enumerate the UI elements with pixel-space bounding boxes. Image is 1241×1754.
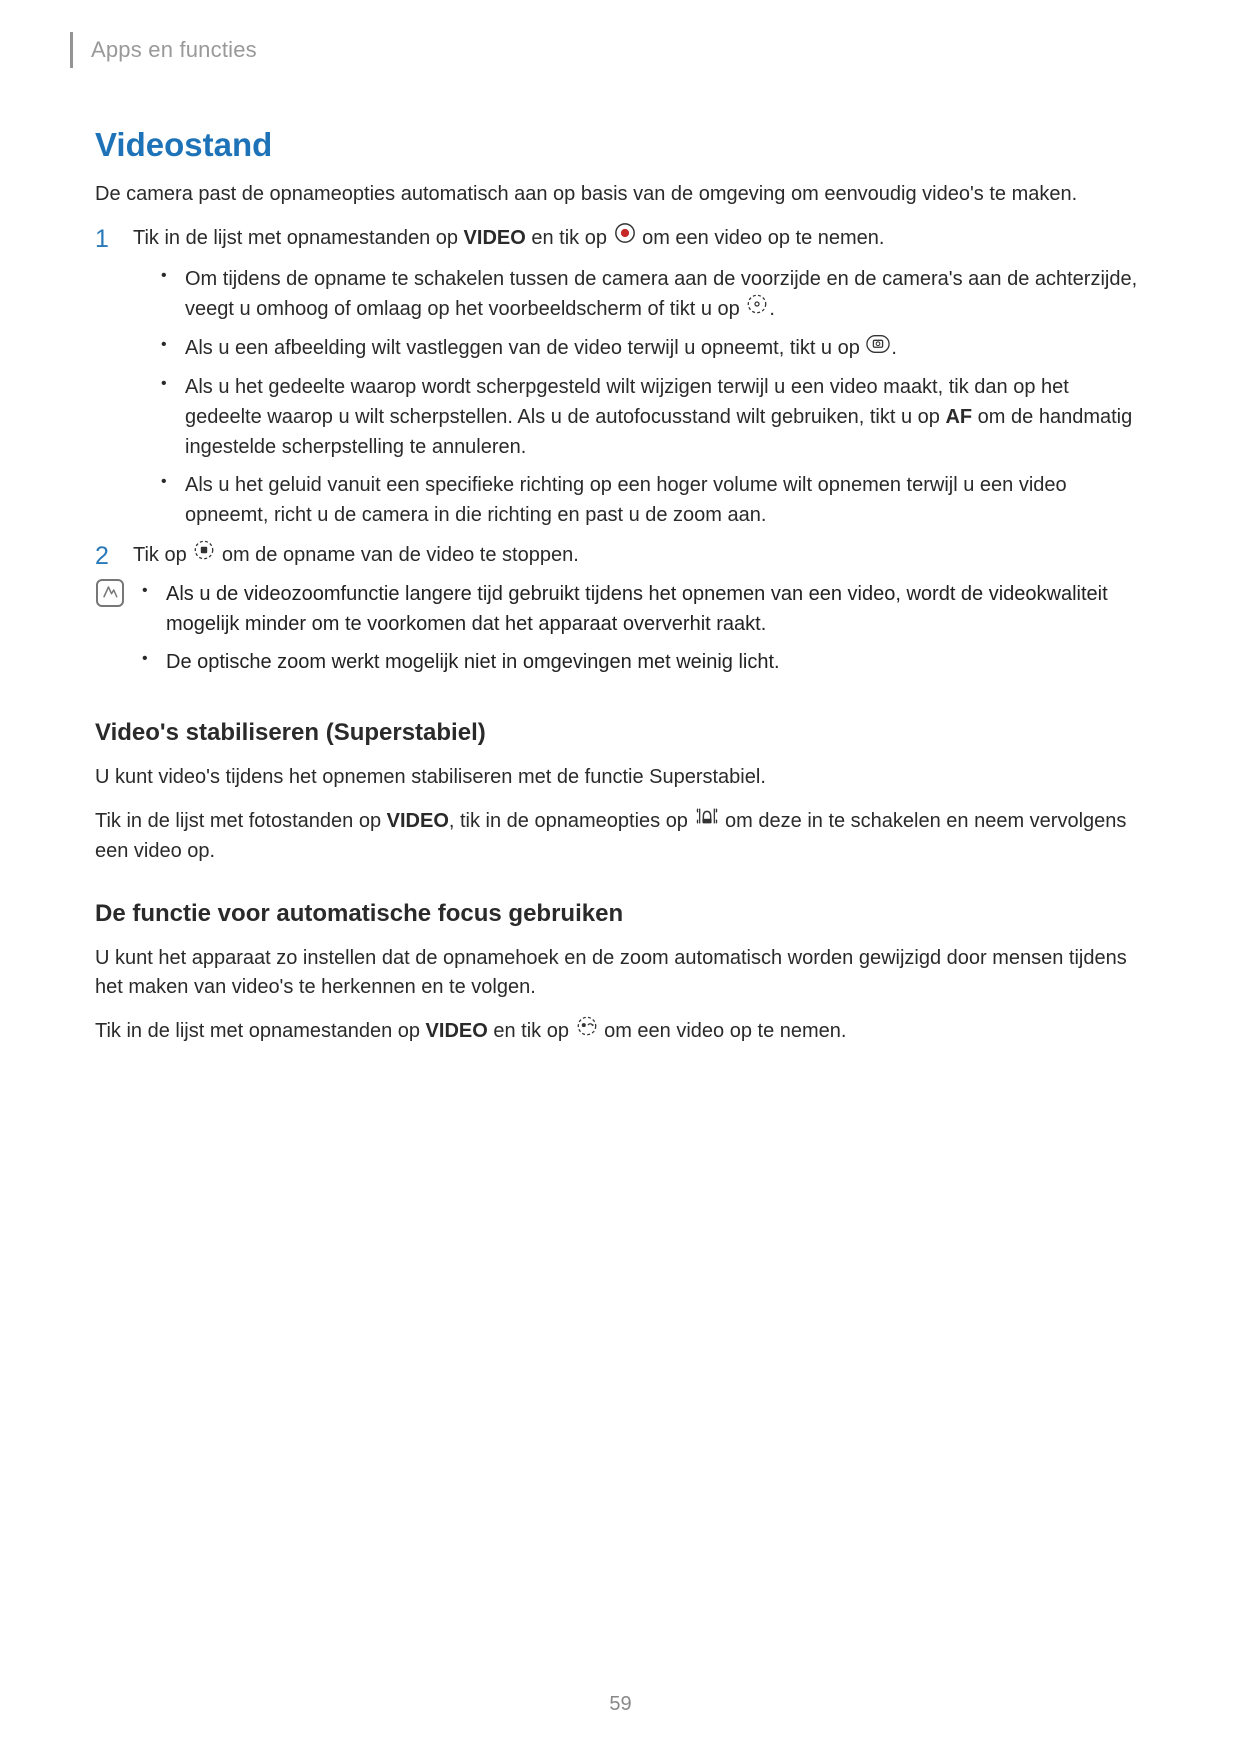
subheading-stabilize: Video's stabiliseren (Superstabiel) — [95, 719, 1146, 747]
switch-camera-icon — [746, 293, 768, 324]
step1-sub3-bold: AF — [945, 406, 972, 428]
page-number: 59 — [0, 1693, 1241, 1716]
step-1-sub-1: Om tijdens de opname te schakelen tussen… — [161, 264, 1146, 325]
note-item-2: De optische zoom werkt mogelijk niet in … — [142, 647, 1146, 677]
step-1-text-post: om een video op te nemen. — [637, 227, 885, 249]
sub1-p2: Tik in de lijst met fotostanden op VIDEO… — [95, 806, 1146, 866]
step-1-number: 1 — [95, 221, 109, 259]
note-block: Als u de videozoomfunctie langere tijd g… — [96, 579, 1146, 685]
sub2-p2-bold: VIDEO — [426, 1020, 488, 1042]
autofocus-record-icon — [576, 1015, 598, 1046]
sub1-p2-a: Tik in de lijst met fotostanden op — [95, 810, 387, 832]
sub1-p2-bold: VIDEO — [387, 810, 449, 832]
sub1-p1: U kunt video's tijdens het opnemen stabi… — [95, 763, 1146, 792]
note-item-1: Als u de videozoomfunctie langere tijd g… — [142, 579, 1146, 639]
sub2-p1: U kunt het apparaat zo instellen dat de … — [95, 944, 1146, 1002]
step-1-sub-4: Als u het geluid vanuit een specifieke r… — [161, 470, 1146, 530]
step1-sub2-text-b: . — [891, 337, 897, 359]
step-1-bold: VIDEO — [464, 227, 526, 249]
step-1-sub-3: Als u het gedeelte waarop wordt scherpge… — [161, 372, 1146, 462]
step-1: 1 Tik in de lijst met opnamestanden op V… — [95, 223, 1146, 530]
record-icon — [614, 222, 636, 253]
superstable-icon — [695, 805, 719, 836]
step-1-sub-2: Als u een afbeelding wilt vastleggen van… — [161, 333, 1146, 364]
sub2-p2-b: en tik op — [488, 1020, 575, 1042]
breadcrumb-bar-icon — [70, 32, 73, 68]
intro-paragraph: De camera past de opnameopties automatis… — [95, 180, 1146, 209]
step-2-number: 2 — [95, 538, 109, 576]
step-1-text-mid: en tik op — [526, 227, 613, 249]
sub2-p2-c: om een video op te nemen. — [599, 1020, 847, 1042]
stop-icon — [193, 539, 215, 570]
step2-text-pre: Tik op — [133, 544, 192, 566]
note-list: Als u de videozoomfunctie langere tijd g… — [142, 579, 1146, 677]
breadcrumb: Apps en functies — [91, 37, 257, 63]
sub1-p2-b: , tik in de opnameopties op — [449, 810, 694, 832]
step1-sub3-text-a: Als u het gedeelte waarop wordt scherpge… — [185, 376, 1069, 428]
step1-sub2-text-a: Als u een afbeelding wilt vastleggen van… — [185, 337, 865, 359]
sub2-p2-a: Tik in de lijst met opnamestanden op — [95, 1020, 426, 1042]
note-icon — [96, 579, 124, 607]
step-2: 2 Tik op om de opname van de video te st… — [95, 540, 1146, 571]
section-title: Videostand — [95, 126, 1146, 164]
breadcrumb-row: Apps en functies — [70, 32, 1146, 68]
step1-sub1-text-a: Om tijdens de opname te schakelen tussen… — [185, 268, 1137, 320]
step1-sub1-text-b: . — [769, 298, 775, 320]
capture-icon — [866, 333, 890, 363]
sub2-p2: Tik in de lijst met opnamestanden op VID… — [95, 1016, 1146, 1047]
step-1-text-pre: Tik in de lijst met opnamestanden op — [133, 227, 464, 249]
step2-text-post: om de opname van de video te stoppen. — [216, 544, 578, 566]
subheading-autofocus: De functie voor automatische focus gebru… — [95, 900, 1146, 928]
step-1-sublist: Om tijdens de opname te schakelen tussen… — [161, 264, 1146, 530]
steps-list: 1 Tik in de lijst met opnamestanden op V… — [95, 223, 1146, 571]
